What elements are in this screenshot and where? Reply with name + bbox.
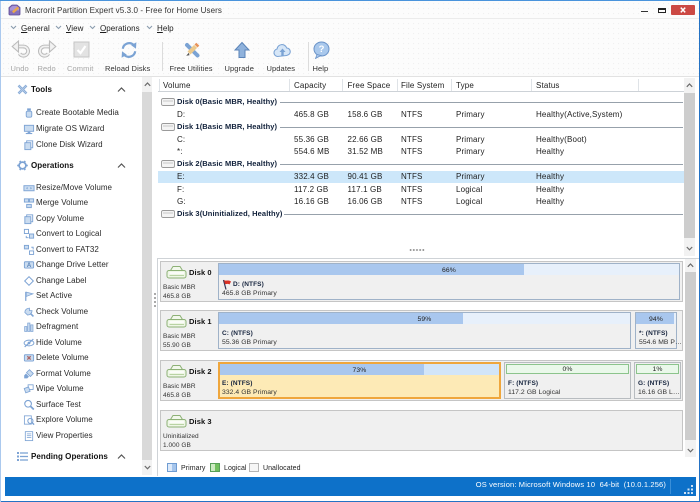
svg-text:?: ? xyxy=(319,44,325,55)
svg-text:A: A xyxy=(27,263,32,269)
